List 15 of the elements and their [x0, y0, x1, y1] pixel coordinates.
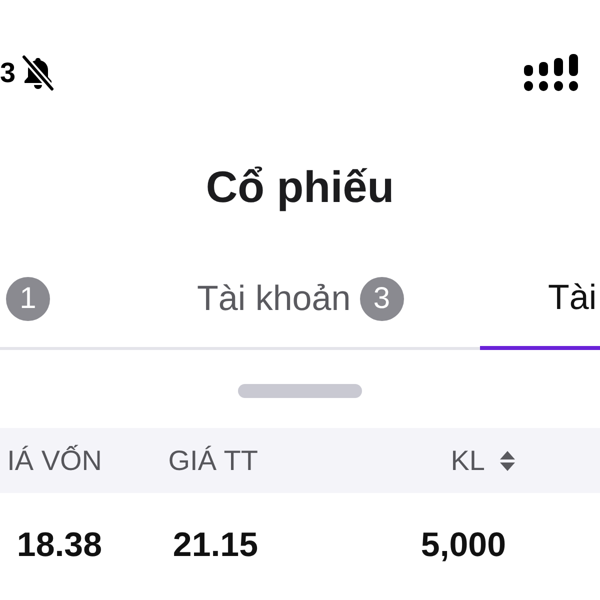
status-time: 3 [0, 58, 16, 86]
column-header: IÁ VỐN [7, 444, 102, 478]
count-badge: 1 [6, 276, 50, 320]
screen-title: Cổ phiếu [206, 162, 394, 214]
table-cell: 5,000 [420, 524, 506, 566]
bell-slash-icon [20, 54, 55, 90]
table-cell: 18.38 [16, 524, 102, 566]
drag-handle[interactable] [238, 384, 362, 398]
column-header: GIÁ TT [168, 444, 258, 478]
signal-icon [523, 54, 579, 92]
tab[interactable]: Tài khoản 3 [180, 250, 480, 350]
table-cell: 21.15 [172, 524, 258, 566]
tab[interactable]: Tài [480, 250, 600, 350]
sortable-column-header[interactable]: KL [450, 444, 515, 478]
count-badge: 3 [360, 276, 404, 320]
